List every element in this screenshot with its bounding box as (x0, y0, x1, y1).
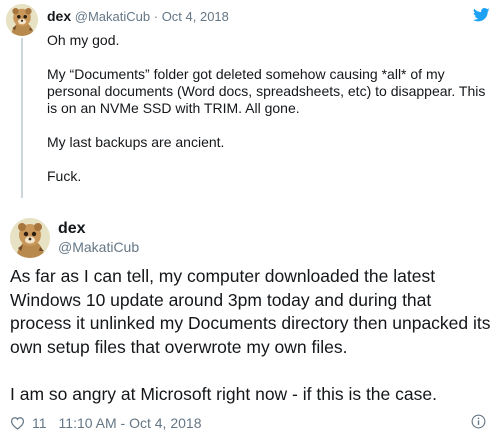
info-icon[interactable] (471, 414, 486, 429)
like-count[interactable]: 11 (32, 415, 47, 431)
separator-dot: · (153, 9, 159, 24)
twitter-bird-icon[interactable] (473, 8, 490, 22)
avatar[interactable] (10, 218, 50, 258)
tweet-footer: 11 11:10 AM - Oct 4, 2018 (10, 413, 201, 433)
tweet-paragraph: Oh my god. (47, 32, 120, 48)
tweet-timestamp[interactable]: 11:10 AM - Oct 4, 2018 (59, 415, 202, 431)
quoted-tweet-header: dex @MakatiCub · Oct 4, 2018 (47, 8, 229, 25)
thread-connector-line (21, 38, 23, 198)
author-handle[interactable]: @MakatiCub (75, 9, 150, 24)
tweet-paragraph: Fuck. (47, 168, 82, 184)
avatar-image (10, 218, 50, 258)
quoted-tweet-text: Oh my god. My “Documents” folder got del… (47, 32, 487, 202)
tweet-paragraph: As far as I can tell, my computer downlo… (10, 266, 491, 357)
tweet-paragraph: My last backups are ancient. (47, 134, 225, 150)
author-name[interactable]: dex (58, 219, 86, 239)
avatar[interactable] (6, 4, 38, 36)
avatar-image (6, 4, 38, 36)
tweet-paragraph: My “Documents” folder got deleted someho… (47, 66, 486, 116)
tweet-date[interactable]: Oct 4, 2018 (162, 9, 229, 24)
heart-icon[interactable] (10, 416, 25, 430)
main-tweet-text: As far as I can tell, my computer downlo… (10, 265, 495, 430)
author-handle[interactable]: @MakatiCub (58, 238, 139, 256)
tweet-paragraph: I am so angry at Microsoft right now - i… (10, 383, 437, 404)
author-name[interactable]: dex (47, 8, 71, 24)
